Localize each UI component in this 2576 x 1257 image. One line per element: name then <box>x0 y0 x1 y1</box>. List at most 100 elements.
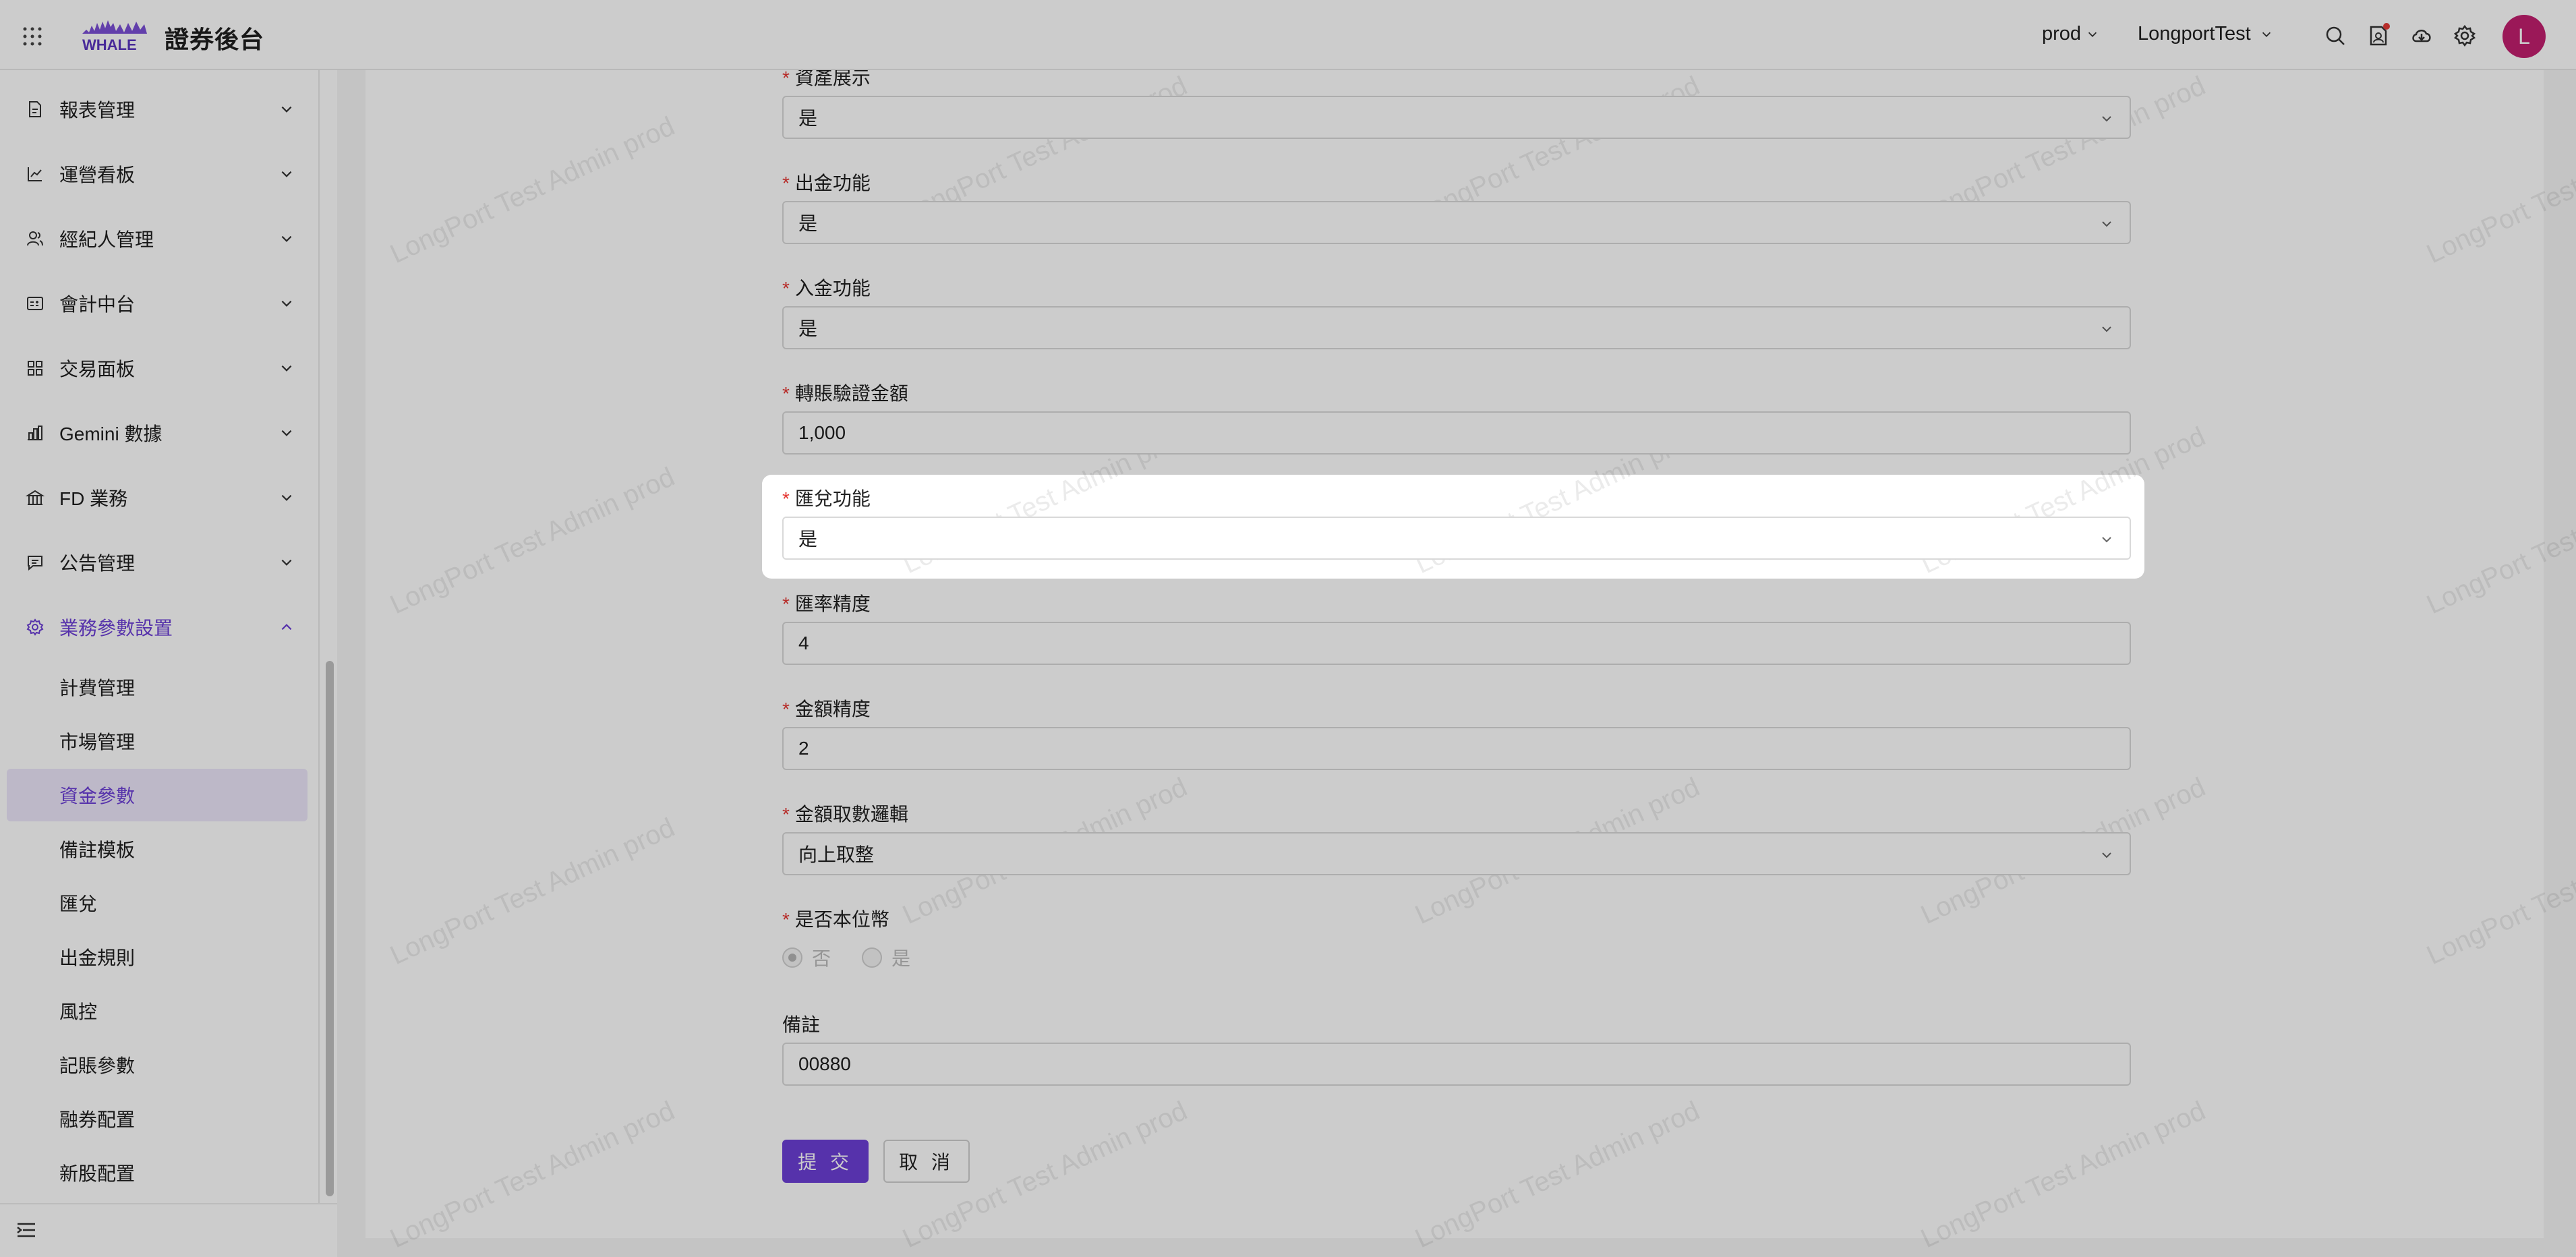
chevron-down-icon <box>2102 221 2111 227</box>
chevron-down-icon <box>2102 537 2111 543</box>
app-title: 證券後台 <box>165 26 265 53</box>
sidebar-subitem-exchange[interactable]: 匯兌 <box>7 877 308 929</box>
sidebar-subitem-label: 融券配置 <box>59 1109 136 1130</box>
field-label-rate-precision: * 匯率精度 <box>782 593 871 614</box>
field-label-withdraw: * 出金功能 <box>782 173 871 194</box>
field-label-transfer-verify: * 轉賬驗證金額 <box>782 383 908 404</box>
sidebar-subitem-withdraw-rules[interactable]: 出金規則 <box>7 931 308 983</box>
sidebar-subitem-risk[interactable]: 風控 <box>7 985 308 1037</box>
env-label: prod <box>2042 23 2082 45</box>
sidebar-item-announcements[interactable]: 公告管理 <box>0 535 310 589</box>
radio-no[interactable] <box>782 947 802 968</box>
bank-icon <box>26 490 45 505</box>
rate-precision-input[interactable]: 4 <box>782 622 2131 665</box>
rounding-logic-select[interactable]: 向上取整 <box>782 832 2131 875</box>
whale-logo: WHALE <box>82 20 147 53</box>
accounting-icon <box>27 297 43 310</box>
field-label-remark: 備註 <box>782 1014 821 1035</box>
sidebar-item-reports[interactable]: 報表管理 <box>0 82 310 136</box>
sidebar-subitem-billing[interactable]: 計費管理 <box>7 661 308 713</box>
sidebar-item-label: 報表管理 <box>59 100 136 121</box>
search-icon[interactable] <box>2324 24 2347 47</box>
chevron-down-icon <box>2102 852 2111 858</box>
collapse-menu-icon[interactable] <box>16 1222 36 1238</box>
submit-button[interactable]: 提 交 <box>782 1140 869 1183</box>
sidebar-item-fd[interactable]: FD 業務 <box>0 471 310 525</box>
sidebar-subitem-label: 記賬參數 <box>59 1055 136 1076</box>
field-label-rounding: * 金額取數邏輯 <box>782 804 908 825</box>
sidebar-item-brokers[interactable]: 經紀人管理 <box>0 212 310 266</box>
base-currency-radio-group: 否 是 <box>782 944 910 971</box>
bar-chart-icon <box>28 426 42 440</box>
sidebar-subitem-label: 匯兌 <box>59 894 98 914</box>
sidebar-subitem-ipo[interactable]: 新股配置 <box>7 1146 308 1199</box>
select-value: 是 <box>798 108 818 129</box>
select-value: 是 <box>798 318 818 339</box>
message-icon <box>28 556 42 571</box>
sidebar-subitem-label: 風控 <box>59 1001 98 1022</box>
cancel-button[interactable]: 取 消 <box>883 1140 970 1183</box>
sidebar-item-label: Gemini 數據 <box>59 423 163 444</box>
grid-icon <box>28 361 42 376</box>
field-label-base-currency: * 是否本位幣 <box>782 909 889 930</box>
deposit-function-select[interactable]: 是 <box>782 306 2131 349</box>
sidebar-subitem-label: 市場管理 <box>59 732 136 753</box>
chevron-down-icon <box>281 106 292 113</box>
sidebar-subitem-fund-params[interactable]: 資金參數 <box>7 769 308 821</box>
sidebar-scrollbar[interactable] <box>326 661 334 1196</box>
chevron-down-icon <box>2262 32 2271 37</box>
field-label-exchange: * 匯兌功能 <box>782 488 871 509</box>
gear-icon <box>26 618 44 636</box>
report-icon <box>29 101 41 117</box>
chart-line-icon <box>28 167 42 181</box>
withdraw-function-select[interactable]: 是 <box>782 201 2131 244</box>
sidebar-subitem-label: 新股配置 <box>59 1163 136 1184</box>
input-value: 2 <box>798 738 809 759</box>
sidebar-subitem-remark-template[interactable]: 備註模板 <box>7 823 308 875</box>
notification-dot <box>2383 23 2390 30</box>
amount-precision-input[interactable]: 2 <box>782 727 2131 770</box>
chevron-down-icon <box>281 300 292 307</box>
sidebar-item-ops-board[interactable]: 運營看板 <box>0 147 310 201</box>
radio-yes[interactable] <box>862 947 883 968</box>
users-icon <box>27 231 43 246</box>
input-value: 00880 <box>798 1053 851 1074</box>
sidebar-subitem-market[interactable]: 市場管理 <box>7 715 308 767</box>
transfer-verify-amount-input[interactable]: 1,000 <box>782 411 2131 455</box>
chevron-down-icon <box>2088 32 2097 37</box>
tenant-label: LongportTest <box>2138 23 2251 45</box>
chevron-down-icon <box>281 365 292 372</box>
exchange-function-select[interactable]: 是 <box>782 517 2131 560</box>
field-label-amount-precision: * 金額精度 <box>782 699 871 720</box>
input-value: 4 <box>798 633 809 653</box>
field-label-deposit: * 入金功能 <box>782 278 871 299</box>
apps-grid-icon[interactable] <box>22 26 43 47</box>
sidebar-item-gemini[interactable]: Gemini 數據 <box>0 406 310 460</box>
sidebar-item-label: 會計中台 <box>59 294 136 315</box>
chevron-down-icon <box>281 171 292 177</box>
sidebar-item-label: 交易面板 <box>59 359 136 380</box>
radio-label-yes: 是 <box>891 948 911 969</box>
chevron-down-icon <box>2102 326 2111 332</box>
settings-icon[interactable] <box>2453 24 2476 47</box>
chevron-down-icon <box>281 235 292 242</box>
tenant-selector[interactable]: LongportTest <box>2138 23 2273 45</box>
sidebar-subitem-bookkeeping[interactable]: 記賬參數 <box>7 1039 308 1091</box>
sidebar-item-label: 經紀人管理 <box>59 229 154 250</box>
sidebar-item-business-params[interactable]: 業務參數設置 <box>0 600 310 654</box>
select-value: 向上取整 <box>798 844 875 865</box>
avatar[interactable]: L <box>2502 15 2546 58</box>
sidebar-subitem-securities-lending[interactable]: 融券配置 <box>7 1092 308 1145</box>
remark-input[interactable]: 00880 <box>782 1043 2131 1086</box>
chevron-down-icon <box>281 559 292 566</box>
env-selector[interactable]: prod <box>2042 23 2099 45</box>
chevron-up-icon <box>281 624 292 631</box>
sidebar-subitem-label: 計費管理 <box>59 678 136 699</box>
input-value: 1,000 <box>798 422 846 443</box>
cloud-download-icon[interactable] <box>2410 24 2433 47</box>
asset-display-select[interactable]: 是 <box>782 96 2131 139</box>
sidebar-item-accounting[interactable]: 會計中台 <box>0 276 310 330</box>
sidebar-footer <box>0 1203 337 1257</box>
sidebar-item-trading[interactable]: 交易面板 <box>0 341 310 395</box>
sidebar-item-label: FD 業務 <box>59 488 128 509</box>
